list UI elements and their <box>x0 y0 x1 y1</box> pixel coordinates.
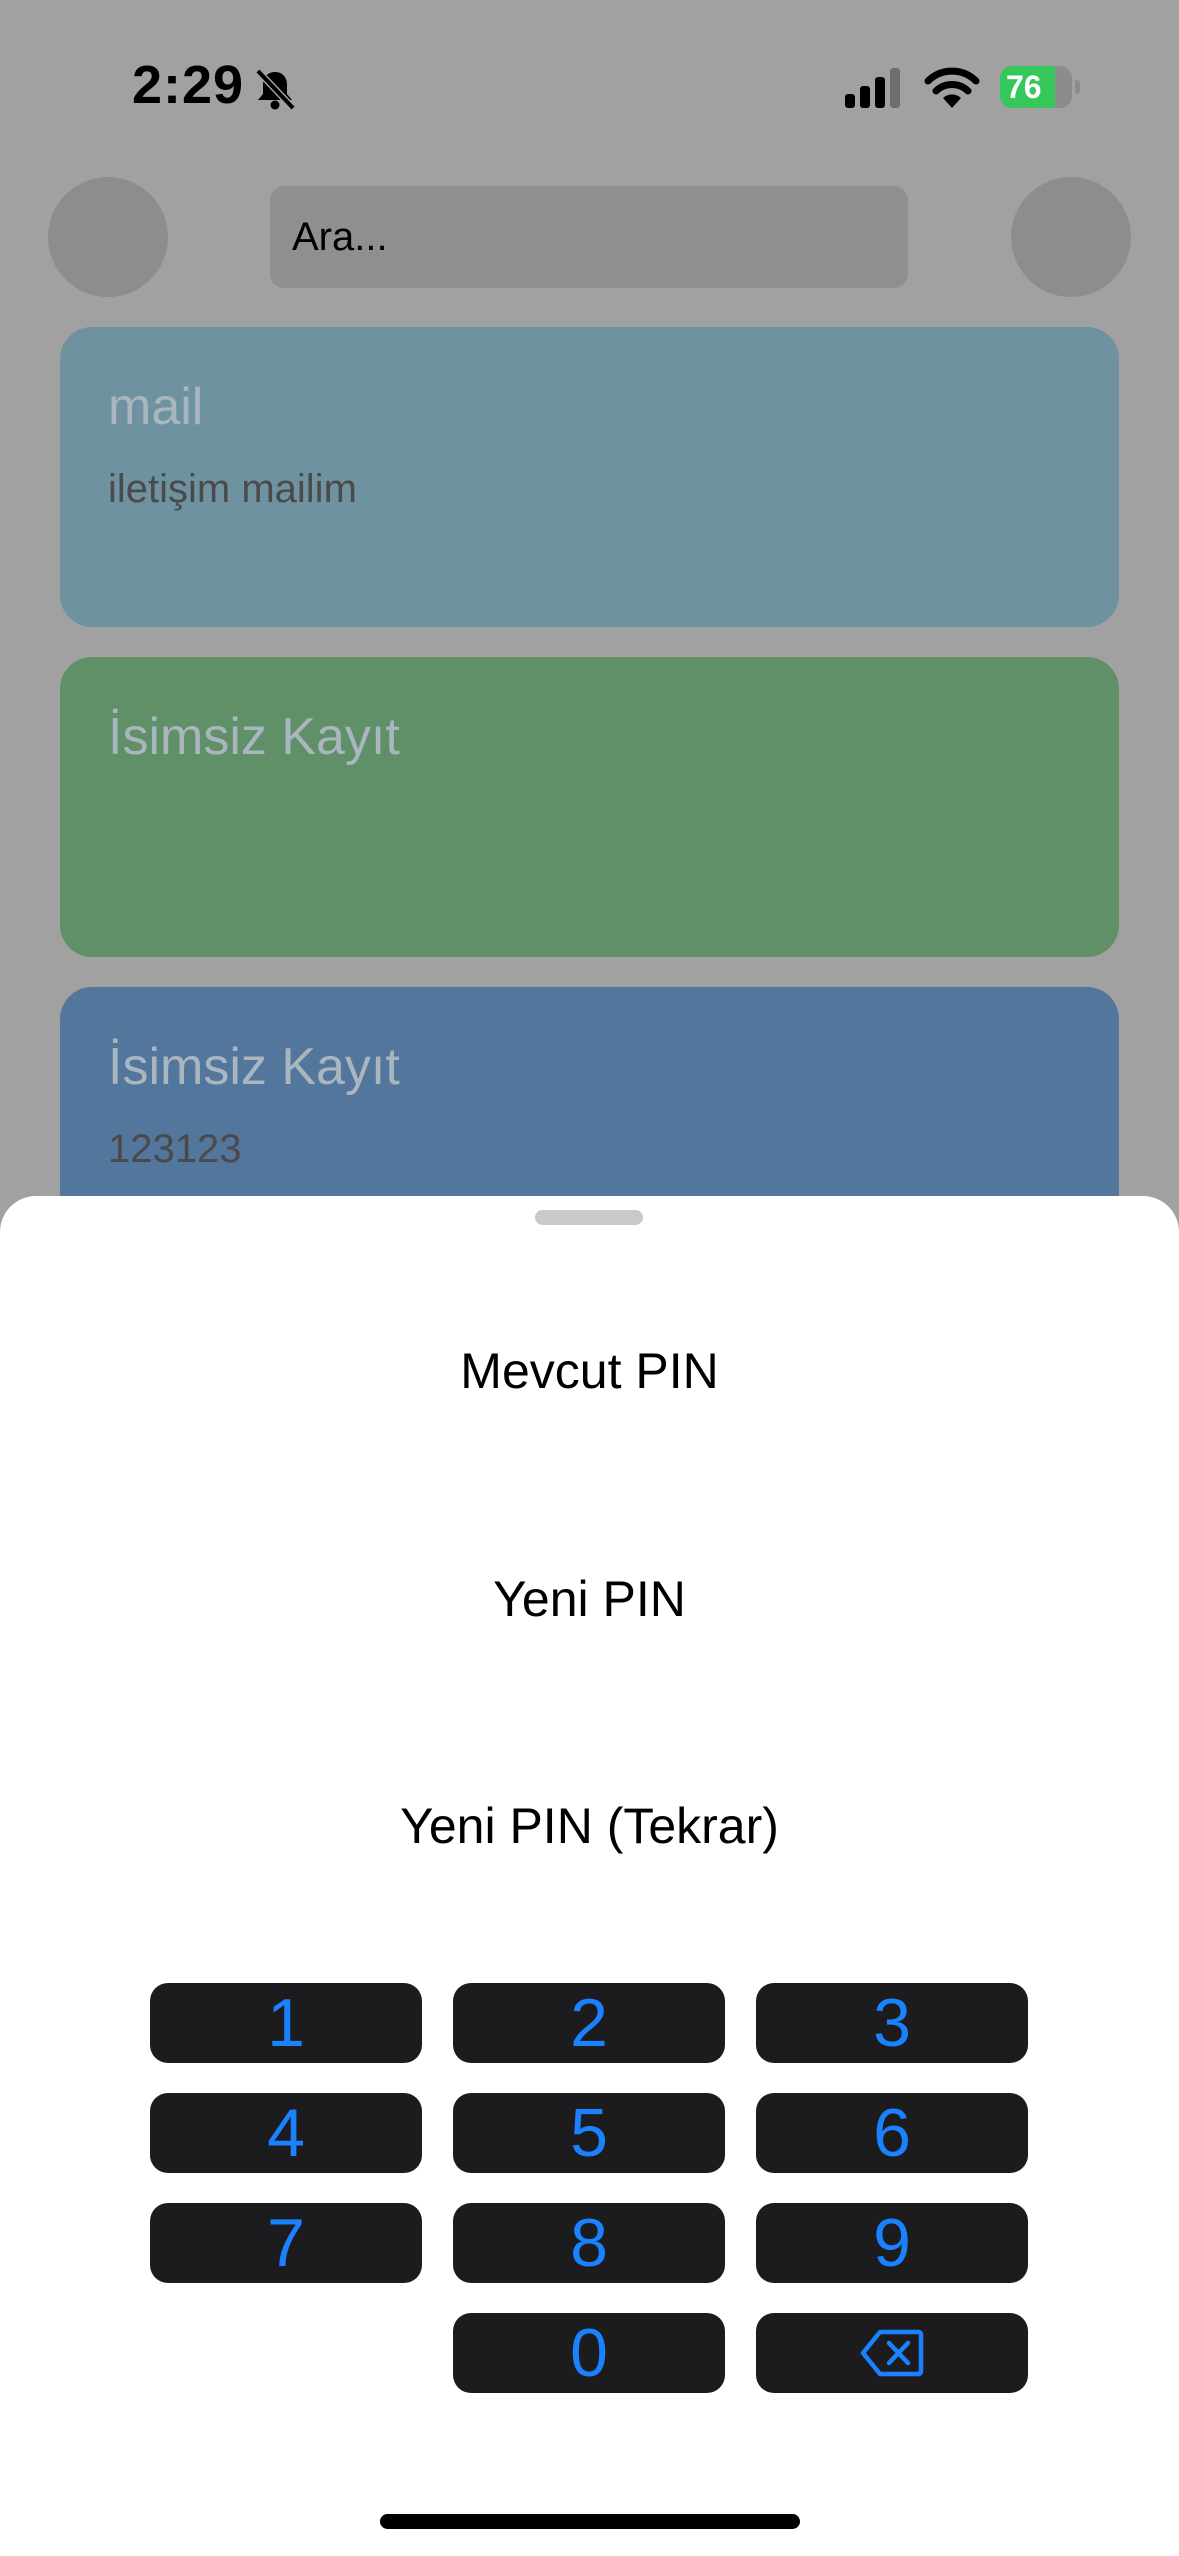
card-title: İsimsiz Kayıt <box>108 1038 400 1096</box>
confirm-pin-field[interactable]: Yeni PIN (Tekrar) <box>0 1797 1179 1855</box>
battery-indicator: 76 <box>1000 66 1080 108</box>
keypad-key-1[interactable]: 1 <box>150 1983 422 2063</box>
battery-percent: 76 <box>1006 69 1042 105</box>
battery-tip <box>1075 80 1080 94</box>
delete-left-icon <box>860 2329 924 2377</box>
left-round-button[interactable] <box>48 177 168 297</box>
home-indicator[interactable] <box>380 2514 800 2529</box>
keypad-key-0[interactable]: 0 <box>453 2313 725 2393</box>
card-title: İsimsiz Kayıt <box>108 708 400 766</box>
card-subtitle: iletişim mailim <box>108 467 357 511</box>
sheet-grabber[interactable] <box>535 1210 643 1225</box>
keypad-key-6[interactable]: 6 <box>756 2093 1028 2173</box>
card-subtitle: 123123 <box>108 1127 242 1171</box>
record-card[interactable]: mail iletişim mailim <box>60 327 1119 627</box>
keypad-key-8[interactable]: 8 <box>453 2203 725 2283</box>
bell-slash-icon <box>255 68 296 111</box>
card-title: mail <box>108 378 204 436</box>
keypad-delete-button[interactable] <box>756 2313 1028 2393</box>
keypad-key-9[interactable]: 9 <box>756 2203 1028 2283</box>
battery-body: 76 <box>1000 66 1072 108</box>
right-round-button[interactable] <box>1011 177 1131 297</box>
keypad-key-4[interactable]: 4 <box>150 2093 422 2173</box>
keypad-key-7[interactable]: 7 <box>150 2203 422 2283</box>
new-pin-field[interactable]: Yeni PIN <box>0 1570 1179 1628</box>
current-pin-field[interactable]: Mevcut PIN <box>0 1342 1179 1400</box>
record-card[interactable]: İsimsiz Kayıt <box>60 657 1119 957</box>
status-time: 2:29 <box>132 55 245 115</box>
signal-icon <box>845 68 900 108</box>
screen: 2:29 76 mail iletişim mailim İsimsiz Kay… <box>0 0 1179 2556</box>
keypad-key-5[interactable]: 5 <box>453 2093 725 2173</box>
keypad-key-2[interactable]: 2 <box>453 1983 725 2063</box>
search-input[interactable] <box>270 186 908 288</box>
wifi-icon <box>924 67 980 108</box>
keypad-key-3[interactable]: 3 <box>756 1983 1028 2063</box>
change-pin-sheet: Mevcut PIN Yeni PIN Yeni PIN (Tekrar) 1 … <box>0 1196 1179 2556</box>
